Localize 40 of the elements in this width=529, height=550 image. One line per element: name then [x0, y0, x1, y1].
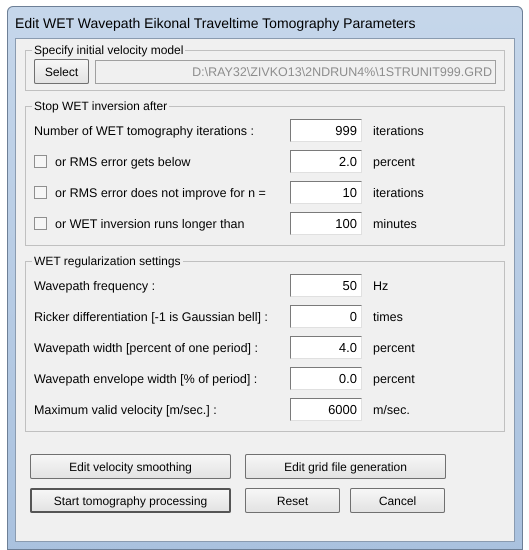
- unit-label: iterations: [373, 186, 424, 200]
- number-field[interactable]: 10: [290, 181, 362, 204]
- number-field[interactable]: 4.0: [290, 336, 362, 359]
- checkbox[interactable]: [34, 186, 47, 199]
- field-label: Wavepath frequency :: [34, 278, 156, 292]
- unit-label: percent: [373, 154, 415, 168]
- number-field[interactable]: 999: [290, 119, 362, 142]
- select-button[interactable]: Select: [34, 59, 89, 84]
- checkbox-label: or WET inversion runs longer than: [55, 216, 244, 230]
- field-label: Maximum valid velocity [m/sec.] :: [34, 402, 217, 416]
- window-title: Edit WET Wavepath Eikonal Traveltime Tomography Parameters: [15, 14, 416, 30]
- number-field[interactable]: 0: [290, 305, 362, 328]
- checkbox-label: or RMS error does not improve for n =: [55, 186, 266, 200]
- dialog-button[interactable]: Reset: [245, 488, 340, 513]
- group-legend: WET regularization settings: [32, 254, 183, 268]
- field-label: Ricker differentiation [-1 is Gaussian bell] :: [34, 310, 268, 324]
- dialog-button[interactable]: Edit velocity smoothing: [30, 454, 231, 479]
- dialog-button[interactable]: Start tomography processing: [30, 488, 231, 513]
- group-legend: Stop WET inversion after: [32, 99, 170, 113]
- number-field[interactable]: 100: [290, 212, 362, 235]
- unit-label: percent: [373, 340, 415, 354]
- checkbox-label: or RMS error gets below: [55, 154, 190, 168]
- field-label: Wavepath envelope width [% of period] :: [34, 372, 258, 386]
- checkbox[interactable]: [34, 155, 47, 168]
- unit-label: iterations: [373, 124, 424, 138]
- number-field[interactable]: 50: [290, 274, 362, 297]
- number-field[interactable]: 6000: [290, 398, 362, 421]
- unit-label: m/sec.: [373, 402, 410, 416]
- number-field[interactable]: 0.0: [290, 367, 362, 390]
- unit-label: Hz: [373, 278, 388, 292]
- field-label: Wavepath width [percent of one period] :: [34, 340, 258, 354]
- unit-label: times: [373, 310, 403, 324]
- dialog-button[interactable]: Edit grid file generation: [245, 454, 446, 479]
- group-legend: Specify initial velocity model: [32, 43, 186, 57]
- number-field[interactable]: 2.0: [290, 150, 362, 173]
- checkbox[interactable]: [34, 217, 47, 230]
- dialog-button[interactable]: Cancel: [350, 488, 445, 513]
- field-label: Number of WET tomography iterations :: [34, 124, 254, 138]
- unit-label: percent: [373, 372, 415, 386]
- unit-label: minutes: [373, 216, 417, 230]
